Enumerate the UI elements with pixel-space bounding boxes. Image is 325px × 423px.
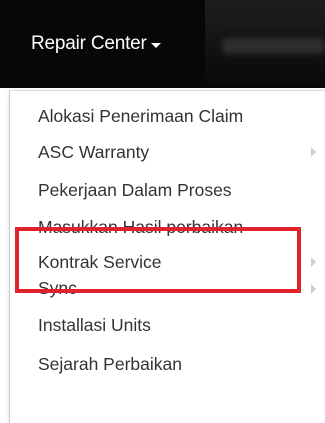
menu-item-alokasi-penerimaan-claim[interactable]: Alokasi Penerimaan Claim bbox=[10, 99, 325, 133]
caret-down-icon bbox=[150, 42, 161, 48]
menu-item-asc-warranty[interactable]: ASC Warranty bbox=[10, 135, 325, 169]
menu-item-installasi-units[interactable]: Installasi Units bbox=[10, 308, 325, 342]
repair-center-dropdown-menu: Alokasi Penerimaan Claim ASC Warranty Pe… bbox=[9, 90, 325, 423]
menu-item-pekerjaan-dalam-proses[interactable]: Pekerjaan Dalam Proses bbox=[10, 173, 325, 207]
menu-item-label: Installasi Units bbox=[38, 314, 151, 335]
menu-item-label: Sejarah Perbaikan bbox=[38, 353, 182, 374]
repair-center-label: Repair Center bbox=[31, 33, 147, 54]
menu-item-label: Pekerjaan Dalam Proses bbox=[38, 179, 232, 200]
menu-item-sync[interactable]: Sync bbox=[10, 271, 325, 301]
navbar-blurred-item bbox=[222, 38, 325, 54]
menu-item-label: ASC Warranty bbox=[38, 141, 150, 162]
menu-item-label: Sync bbox=[38, 277, 77, 298]
menu-item-label: Alokasi Penerimaan Claim bbox=[38, 105, 244, 126]
menu-item-overlap-cover bbox=[10, 236, 325, 245]
repair-center-dropdown-toggle[interactable]: Repair Center bbox=[0, 0, 205, 88]
menu-item-label: Masukkan Hasil perbaikan bbox=[38, 216, 244, 237]
chevron-right-icon bbox=[311, 257, 316, 267]
chevron-right-icon bbox=[311, 284, 316, 294]
top-navbar: Repair Center bbox=[0, 0, 325, 88]
menu-item-sejarah-perbaikan[interactable]: Sejarah Perbaikan bbox=[10, 347, 325, 381]
menu-item-label: Kontrak Service bbox=[38, 251, 162, 272]
chevron-right-icon bbox=[311, 147, 316, 157]
